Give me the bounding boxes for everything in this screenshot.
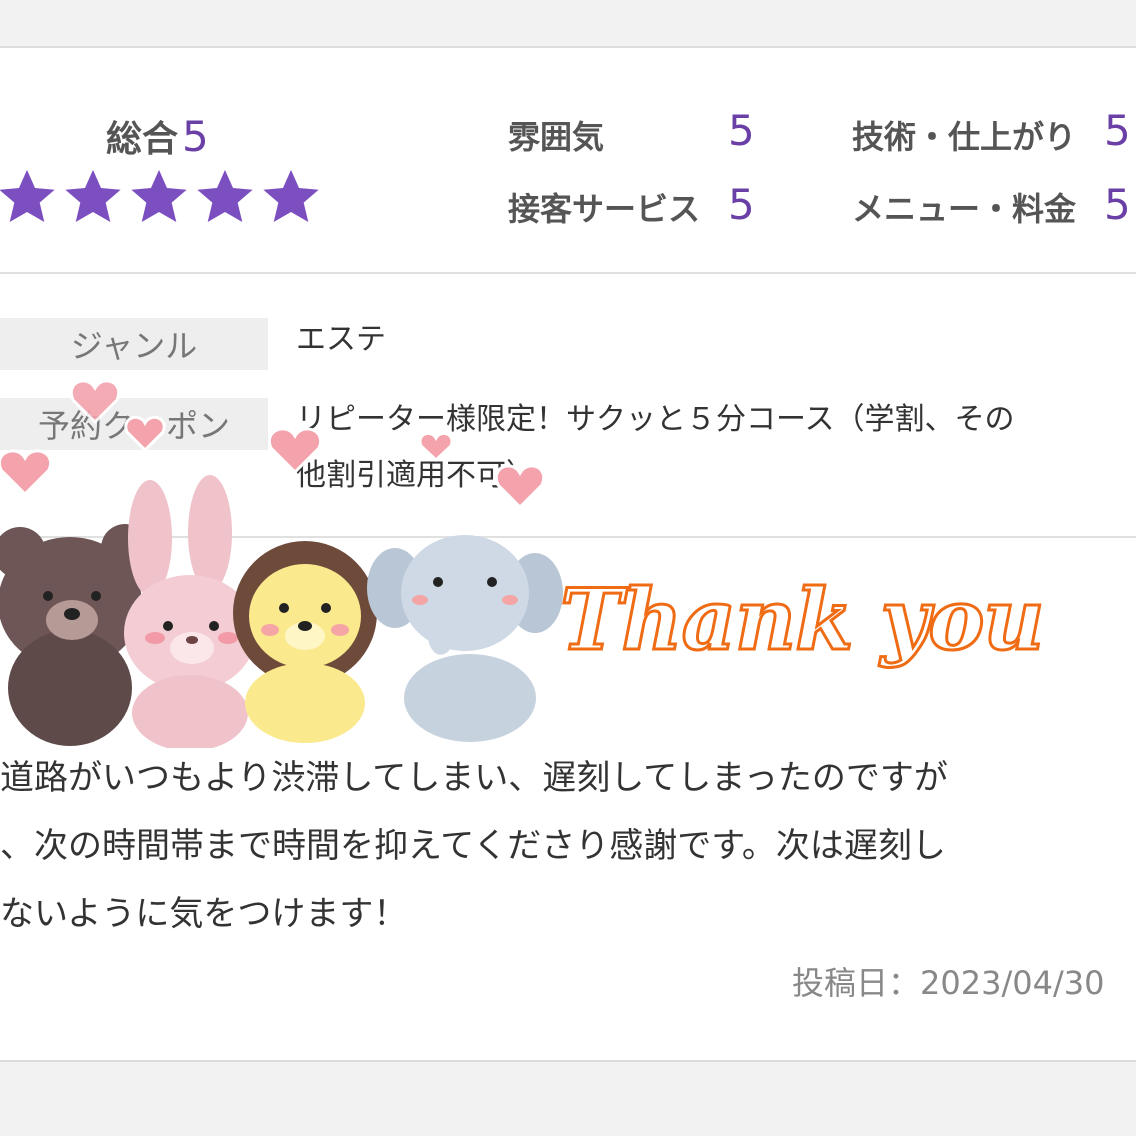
coupon-value[interactable]: リピーター様限定！サクッと５分コース（学割、その 他割引適用不可） [296,392,1015,504]
star-icon [128,166,190,228]
genre-label: ジャンル [0,318,268,370]
thank-you-text: Thank you [558,569,1045,671]
overall-value: 5 [182,112,209,161]
overall-rating: 総合5 [106,110,209,162]
review-comment: 道路がいつもより渋滞してしまい、遅刻してしまったのですが 、次の時間帯まで時間を… [0,744,1136,948]
star-icon [260,166,322,228]
rating-price-value: 5 [1104,180,1131,229]
star-icon [194,166,256,228]
overall-label: 総合 [106,119,179,160]
coupon-label: 予約クーポン [0,398,268,450]
rating-atmosphere-value: 5 [728,106,755,155]
rating-price-label: メニュー・料金 [852,190,1077,228]
rating-service-value: 5 [728,180,755,229]
rating-technique-value: 5 [1104,106,1131,155]
rating-service-label: 接客サービス [508,190,701,228]
comment-line-3: ないように気をつけます！ [0,894,408,934]
divider [0,536,1136,538]
genre-value: エステ [296,322,386,357]
coupon-line-1: リピーター様限定！サクッと５分コース（学割、その [296,402,1015,437]
star-rating [0,166,322,228]
coupon-line-2: 他割引適用不可） [296,458,536,493]
rating-atmosphere-label: 雰囲気 [508,118,605,156]
posted-date: 投稿日：2023/04/30 [792,964,1105,1002]
star-icon [0,166,58,228]
star-icon [62,166,124,228]
comment-line-1: 道路がいつもより渋滞してしまい、遅刻してしまったのですが [0,758,948,798]
comment-line-2: 、次の時間帯まで時間を抑えてくださり感謝です。次は遅刻し [0,826,946,866]
divider [0,272,1136,274]
rating-technique-label: 技術・仕上がり [852,118,1077,156]
